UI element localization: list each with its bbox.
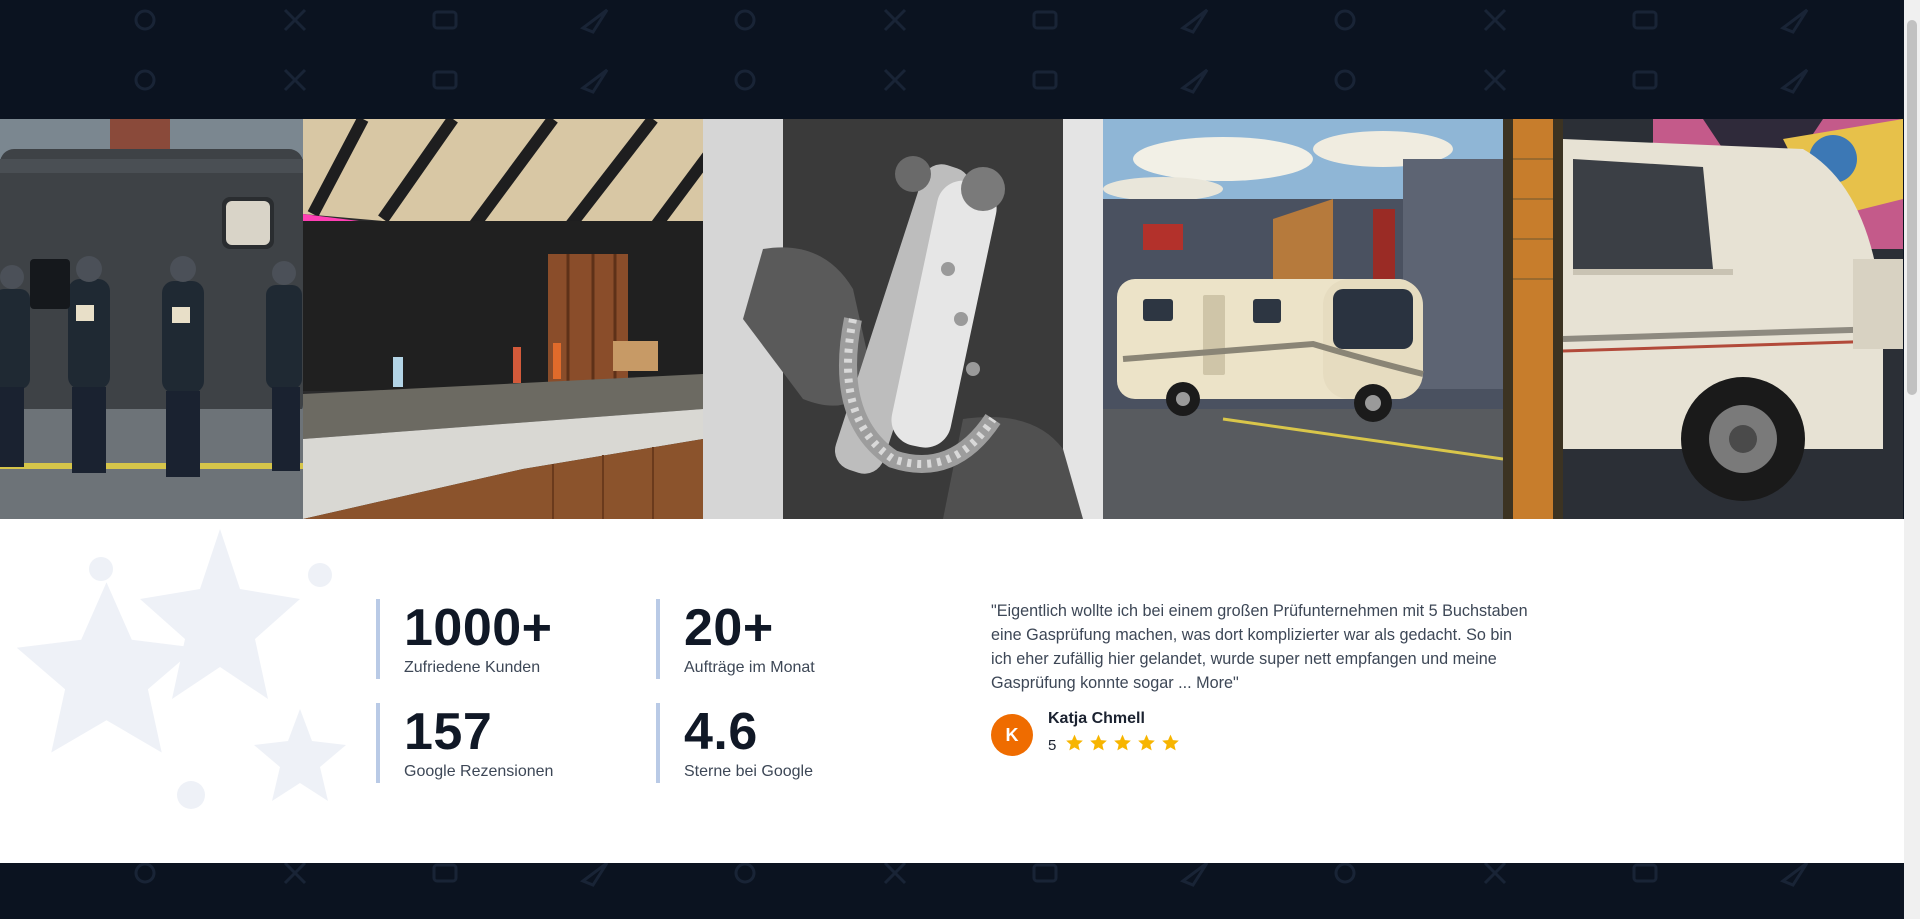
reviewer-name: Katja Chmell: [1048, 710, 1145, 727]
stat-google-reviews: 157 Google Rezensionen: [376, 703, 626, 783]
star-icon: [1138, 734, 1156, 751]
page-content: 1000+ Zufriedene Kunden 20+ Aufträge im …: [0, 0, 1904, 919]
stat-value: 4.6: [684, 703, 758, 761]
stat-monthly-orders: 20+ Aufträge im Monat: [656, 599, 906, 679]
gallery-image-part[interactable]: [703, 119, 1103, 519]
review-card: "Eigentlich wollte ich bei einem großen …: [991, 599, 1531, 695]
image-gallery: [0, 119, 1904, 519]
star-rating: [1064, 733, 1184, 758]
review-text: "Eigentlich wollte ich bei einem großen …: [991, 602, 1528, 692]
stat-value: 20+: [684, 599, 774, 657]
tool-pattern-icon: [134, 863, 1809, 887]
stat-customers: 1000+ Zufriedene Kunden: [376, 599, 626, 679]
gallery-image-interior[interactable]: [303, 119, 703, 519]
stats-section: 1000+ Zufriedene Kunden 20+ Aufträge im …: [0, 519, 1904, 863]
stat-label: Zufriedene Kunden: [404, 659, 541, 676]
review-score: 5: [1048, 737, 1057, 754]
dark-pattern-band-top: [0, 0, 1904, 119]
review-quote: "Eigentlich wollte ich bei einem großen …: [991, 599, 1531, 695]
star-icon: [1162, 734, 1180, 751]
stat-value: 1000+: [404, 599, 553, 657]
gallery-image-team[interactable]: [0, 119, 303, 519]
stat-label: Sterne bei Google: [684, 763, 813, 780]
gallery-image-motorhome[interactable]: [1103, 119, 1503, 519]
stat-value: 157: [404, 703, 493, 761]
star-icon: [1090, 734, 1108, 751]
stat-google-rating: 4.6 Sterne bei Google: [656, 703, 906, 783]
gallery-image-van[interactable]: [1503, 119, 1903, 519]
star-icon: [1114, 734, 1132, 751]
scrollbar-thumb[interactable]: [1907, 20, 1917, 395]
avatar: K: [991, 714, 1033, 756]
decorative-stars-icon: [16, 529, 346, 809]
review-rating: 5: [1048, 733, 1184, 758]
tool-pattern-icon: [134, 8, 1809, 94]
scrollbar[interactable]: [1904, 0, 1920, 919]
stat-label: Google Rezensionen: [404, 763, 554, 780]
stat-label: Aufträge im Monat: [684, 659, 815, 676]
page: 1000+ Zufriedene Kunden 20+ Aufträge im …: [0, 0, 1920, 919]
review-more-link[interactable]: More": [1196, 674, 1239, 692]
dark-pattern-band-bottom: [0, 863, 1904, 919]
star-icon: [1066, 734, 1084, 751]
